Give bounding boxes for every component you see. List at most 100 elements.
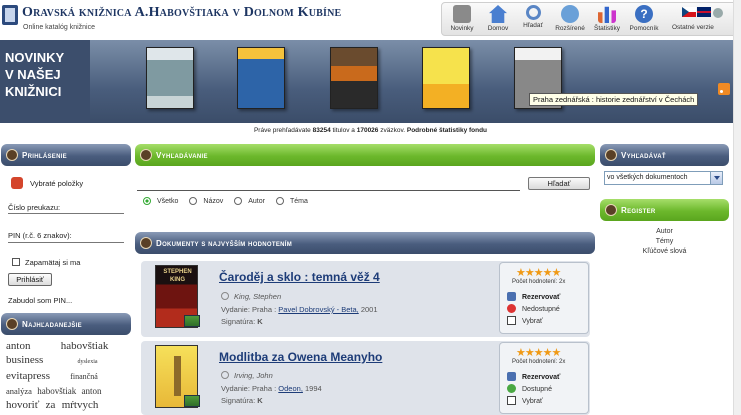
site-title[interactable]: Oravská knižnica A.Habovštiaka v Dolnom … [22,5,341,21]
scope-label: Téma [289,197,308,205]
select-checkbox[interactable] [507,316,516,325]
radio-selected-icon[interactable] [143,197,151,205]
nav-statistics[interactable]: Štatistiky [589,5,625,35]
rating-stars[interactable]: ★★★★★ [516,266,561,279]
selected-items-link[interactable]: Vybraté položky [30,179,83,188]
unavailable-icon [507,304,516,313]
scope-title-radio[interactable]: Názov [189,196,223,206]
document-author[interactable]: Irving, John [221,371,273,380]
rating-stars[interactable]: ★★★★★ [516,346,561,359]
signature-value: K [257,317,263,326]
tag[interactable]: business [6,353,43,367]
login-heading: Prihlásenie [22,150,67,160]
publisher-link[interactable]: Pavel Dobrovský - Beta, [278,305,358,314]
radio-icon[interactable] [189,197,198,205]
new-book-cover[interactable] [146,47,194,109]
nav-advanced-search-label: Rozšírené [555,25,585,32]
reserve-label[interactable]: Rezervovať [522,294,560,301]
select-label: Vybrať [522,398,543,405]
new-book-cover[interactable] [422,47,470,109]
status-items: 170026 [356,127,379,134]
rating-count: Počet hodnotení: 2x [512,359,566,365]
publication-place: Praha : [252,305,277,314]
czech-flag-icon[interactable] [682,7,696,17]
publication-year: 1994 [305,384,322,393]
search-input[interactable] [137,175,520,190]
nav-search[interactable]: Hľadať [515,5,551,35]
select-label: Vybrať [522,318,543,325]
nav-news-label: Novinky [450,25,474,32]
document-scope-value: vo všetkých dokumentoch [607,174,688,181]
tag[interactable]: anton [81,384,101,398]
status-prefix: Práve prehľadávate [253,127,311,134]
nav-help[interactable]: ? Pomocník [626,5,662,35]
reserve-link[interactable]: Rezervovať [507,292,560,301]
status-records-label: titulov a [332,127,355,134]
chevron-down-icon[interactable] [710,172,722,184]
registry-item-author[interactable]: Autor [600,227,729,237]
reserve-label[interactable]: Rezervovať [522,374,560,381]
top-navigation: Novinky Domov Hľadať Rozšírené Štatistik… [441,2,737,36]
document-title-link[interactable]: Modlitba za Owena Meanyho [219,350,382,364]
author-name[interactable]: Irving, John [234,371,273,380]
books-stack-icon [184,395,200,407]
scope-all-radio[interactable]: Všetko [143,196,178,206]
availability-status: Nedostupné [507,304,560,313]
statistics-link[interactable]: Podrobné štatistiky fondu [407,127,487,134]
select-item[interactable]: Vybrať [507,396,543,405]
search-button[interactable]: Hľadať [528,177,590,190]
nav-statistics-label: Štatistiky [593,25,620,32]
rss-icon[interactable] [718,83,730,95]
publisher-link[interactable]: Odeon, [278,384,303,393]
select-item[interactable]: Vybrať [507,316,543,325]
reserve-icon [507,292,516,301]
pin-label: PIN (r.č. 6 znakov): [8,231,72,240]
document-author[interactable]: King, Stephen [221,292,281,301]
search-heading: Vyhľadávanie [156,150,208,160]
tag[interactable]: evitapress [6,369,50,383]
nav-advanced-search[interactable]: Rozšírené [552,5,588,35]
author-name[interactable]: King, Stephen [234,292,281,301]
owl-icon [6,149,18,161]
tag[interactable]: za [46,398,56,412]
tag[interactable]: habovštiak [37,384,76,398]
tag[interactable]: hovoriť [6,398,39,412]
nav-home[interactable]: Domov [480,5,516,35]
forgot-pin-link[interactable]: Zabudol som PIN... [8,296,72,305]
tag[interactable]: dyslexia [78,355,98,369]
card-number-input[interactable] [8,213,124,214]
other-language-icon[interactable] [713,8,723,18]
other-versions-label[interactable]: Ostatné verzie [672,24,714,31]
registry-item-topics[interactable]: Témy [600,237,729,247]
login-button[interactable]: Prihlásiť [8,273,52,286]
english-flag-icon[interactable] [697,7,711,17]
select-checkbox[interactable] [507,396,516,405]
library-logo-icon [2,5,18,25]
availability-label: Dostupné [522,386,552,393]
card-number-label: Číslo preukazu: [8,203,61,212]
tag[interactable]: analýza [6,384,32,398]
scope-author-radio[interactable]: Autor [234,196,265,206]
document-actions: ★★★★★ Počet hodnotení: 2x Rezervovať Ned… [499,262,589,334]
tag[interactable]: anton [6,339,30,353]
remember-me-checkbox[interactable] [12,258,20,266]
language-switcher[interactable]: Ostatné verzie [672,7,730,35]
radio-icon[interactable] [234,197,243,205]
registry-item-keywords[interactable]: Kľúčové slová [600,247,729,257]
statistics-icon [598,6,616,23]
tag[interactable]: finančná [70,370,98,384]
document-title-link[interactable]: Čaroděj a sklo : temná věž 4 [219,270,380,284]
page-scrollbar[interactable] [733,0,741,415]
new-book-cover[interactable] [330,47,378,109]
pin-input[interactable] [8,242,124,243]
document-scope-select[interactable]: vo všetkých dokumentoch [604,171,723,185]
scope-topic-radio[interactable]: Téma [275,196,308,206]
tag[interactable]: mŕtvych [62,398,99,412]
nav-news[interactable]: Novinky [444,5,480,35]
radio-icon[interactable] [275,197,284,205]
tag[interactable]: habovštiak [61,339,109,353]
reserve-link[interactable]: Rezervovať [507,372,560,381]
scope-label: Všetko [157,197,179,205]
new-book-cover[interactable] [237,47,285,109]
popular-panel-header: Najhľadanejšie [1,313,131,335]
